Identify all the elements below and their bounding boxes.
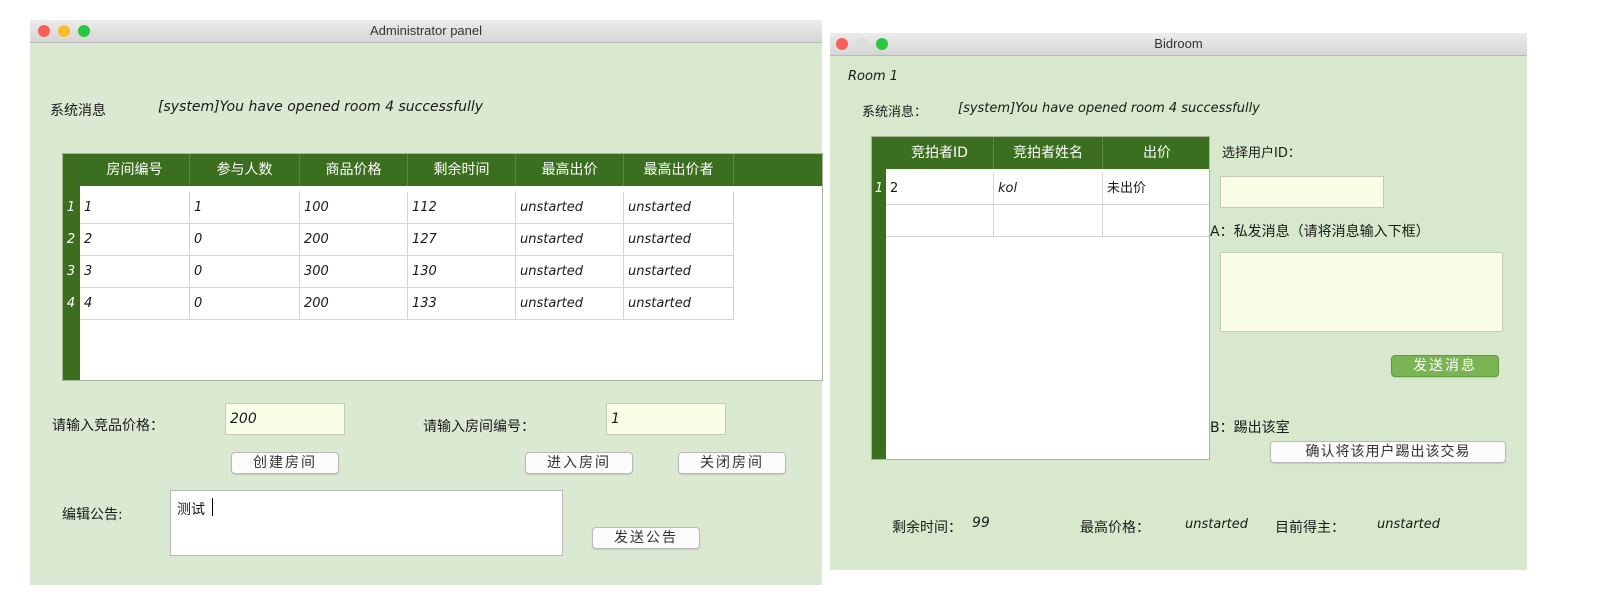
table-cell[interactable]: kol (994, 173, 1103, 205)
enter-room-button[interactable]: 进入房间 (525, 452, 633, 474)
current-owner-value: unstarted (1377, 517, 1441, 532)
room-number-input[interactable]: 1 (606, 403, 726, 435)
time-left-label: 剩余时间： (892, 520, 962, 536)
room-number-input-value: 1 (611, 411, 620, 427)
send-message-button[interactable]: 发送消息 (1391, 355, 1499, 377)
table-header-filler (734, 154, 822, 186)
kick-label: B：踢出该室 (1210, 420, 1290, 436)
system-message-label: 系统消息： (862, 105, 928, 120)
notice-label: 编辑公告: (62, 507, 123, 523)
row-number: 1 (874, 181, 884, 196)
table-cell[interactable]: 200 (300, 288, 408, 320)
table-cell[interactable]: unstarted (516, 256, 624, 288)
table-cell[interactable]: 0 (190, 288, 300, 320)
time-left-value: 99 (972, 515, 990, 531)
row-number: 3 (66, 264, 76, 279)
system-message-text: [system]You have opened room 4 successfu… (958, 101, 1260, 116)
top-price-label: 最高价格： (1080, 520, 1150, 536)
table-header-cell[interactable]: 竞拍者姓名 (994, 137, 1103, 169)
table-cell[interactable]: unstarted (516, 192, 624, 224)
bidroom-titlebar: Bidroom (830, 33, 1527, 56)
table-cell[interactable]: 100 (300, 192, 408, 224)
top-price-value: unstarted (1185, 517, 1249, 532)
table-cell[interactable]: 2 (886, 173, 994, 205)
table-cell[interactable]: 0 (190, 256, 300, 288)
row-number: 2 (66, 232, 76, 247)
table-cell-empty[interactable] (886, 205, 994, 237)
table-header-cell[interactable]: 出价 (1103, 137, 1209, 169)
private-message-label: A：私发消息（请将消息输入下框） (1210, 224, 1430, 240)
close-room-button[interactable]: 关闭房间 (678, 452, 786, 474)
table-header-cell[interactable]: 剩余时间 (408, 154, 516, 186)
notice-text: 测试 (177, 502, 205, 518)
table-header-cell[interactable]: 竞拍者ID (886, 137, 994, 169)
table-cell[interactable]: unstarted (624, 192, 734, 224)
window-title: Administrator panel (370, 23, 482, 38)
window-title: Bidroom (1154, 36, 1203, 51)
table-cell[interactable]: 0 (190, 224, 300, 256)
price-input[interactable]: 200 (225, 403, 345, 435)
table-header-cell[interactable]: 最高出价 (516, 154, 624, 186)
row-number: 4 (66, 296, 76, 311)
system-message-text: [system]You have opened room 4 successfu… (158, 99, 484, 115)
table-cell[interactable]: 1 (190, 192, 300, 224)
table-cell[interactable]: 3 (80, 256, 190, 288)
row-number: 1 (66, 200, 76, 215)
table-cell[interactable]: unstarted (516, 288, 624, 320)
room-number-label: 请输入房间编号： (423, 419, 535, 435)
rooms-table[interactable]: 房间编号 参与人数 商品价格 剩余时间 最高出价 最高出价者 1 1 1 100… (62, 153, 823, 381)
table-cell[interactable]: 300 (300, 256, 408, 288)
price-label: 请输入竞品价格： (52, 418, 164, 434)
table-cell[interactable]: 200 (300, 224, 408, 256)
bidroom-window: Bidroom Room 1 系统消息： [system]You have op… (830, 33, 1527, 570)
table-cell[interactable]: 127 (408, 224, 516, 256)
kick-user-button[interactable]: 确认将该用户踢出该交易 (1270, 441, 1506, 463)
create-room-button[interactable]: 创建房间 (231, 452, 339, 474)
table-header-cell[interactable]: 参与人数 (190, 154, 300, 186)
table-cell[interactable]: unstarted (624, 224, 734, 256)
table-cell[interactable]: 未出价 (1103, 173, 1209, 205)
table-cell[interactable]: unstarted (624, 288, 734, 320)
table-cell[interactable]: 112 (408, 192, 516, 224)
bidders-table[interactable]: 竞拍者ID 竞拍者姓名 出价 1 2 kol 未出价 (871, 136, 1210, 460)
table-cell[interactable]: 130 (408, 256, 516, 288)
private-message-textarea[interactable] (1220, 252, 1503, 332)
table-cell[interactable]: unstarted (624, 256, 734, 288)
notice-textarea[interactable]: 测试 (170, 490, 563, 556)
table-cell[interactable]: unstarted (516, 224, 624, 256)
select-user-input[interactable] (1220, 176, 1384, 208)
table-cell[interactable]: 2 (80, 224, 190, 256)
select-user-label: 选择用户ID： (1222, 146, 1301, 161)
table-cell[interactable]: 4 (80, 288, 190, 320)
system-message-label: 系统消息 (50, 103, 106, 119)
admin-titlebar: Administrator panel (30, 20, 822, 43)
table-header-cell[interactable]: 房间编号 (80, 154, 190, 186)
room-label: Room 1 (848, 69, 899, 84)
table-header-cell[interactable]: 最高出价者 (624, 154, 734, 186)
table-cell-empty[interactable] (994, 205, 1103, 237)
table-cell-empty[interactable] (1103, 205, 1209, 237)
table-header-cell[interactable]: 商品价格 (300, 154, 408, 186)
send-notice-button[interactable]: 发送公告 (592, 527, 700, 549)
text-cursor (212, 498, 213, 516)
table-cell[interactable]: 133 (408, 288, 516, 320)
price-input-value: 200 (230, 411, 257, 427)
table-cell[interactable]: 1 (80, 192, 190, 224)
current-owner-label: 目前得主： (1275, 520, 1345, 536)
admin-window: Administrator panel 系统消息 [system]You hav… (30, 20, 823, 585)
